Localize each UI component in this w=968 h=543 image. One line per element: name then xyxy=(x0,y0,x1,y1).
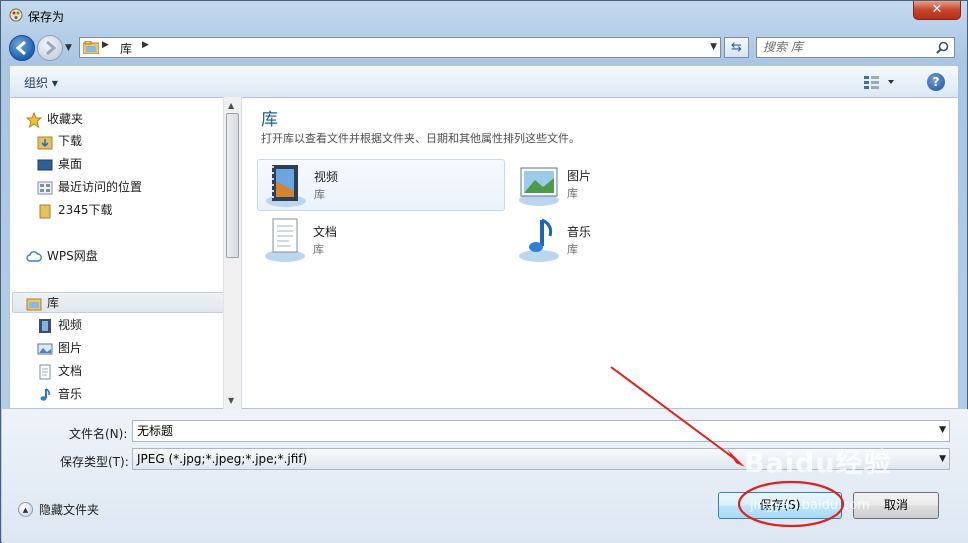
library-tile-pictures[interactable]: 图片 库 xyxy=(511,159,759,211)
nav-item-desktop[interactable]: 桌面 xyxy=(37,154,217,175)
change-view-button[interactable] xyxy=(862,73,898,91)
tile-name: 视频 xyxy=(314,170,339,184)
filetype-label: 保存类型(T): xyxy=(60,455,129,469)
filetype-value: JPEG (*.jpg;*.jpeg;*.jpe;*.jfif) xyxy=(137,452,308,466)
recent-pages-dropdown[interactable]: ▼ xyxy=(65,43,75,53)
documents-library-icon xyxy=(39,364,51,380)
refresh-button[interactable]: ⇆ xyxy=(724,37,749,58)
tile-type: 库 xyxy=(314,188,325,201)
tile-name: 音乐 xyxy=(567,225,592,239)
window-title: 保存为 xyxy=(28,10,65,24)
refresh-icon: ⇆ xyxy=(731,40,742,55)
organize-button[interactable]: 组织 ▾ xyxy=(24,74,58,91)
nav-item-recent-places[interactable]: 最近访问的位置 xyxy=(37,177,227,198)
address-bar[interactable]: ▶ 库 ▶ ▼ xyxy=(79,37,721,58)
nav-item-music[interactable]: 音乐 xyxy=(37,384,217,405)
watermark-url: jingyan.baidu.com xyxy=(750,498,870,513)
close-button[interactable]: ✕ xyxy=(913,1,961,20)
nav-label: 最近访问的位置 xyxy=(58,180,143,194)
filename-combobox[interactable]: ▼ xyxy=(132,420,950,442)
tile-type: 库 xyxy=(567,187,578,200)
tile-type: 库 xyxy=(313,243,324,256)
nav-label: 音乐 xyxy=(58,387,83,401)
library-folder-icon xyxy=(83,41,99,54)
chevron-down-icon[interactable]: ▼ xyxy=(939,454,946,464)
nav-favorites[interactable]: 收藏夹 xyxy=(26,109,206,130)
nav-libraries[interactable]: 库 xyxy=(12,292,224,313)
nav-scrollbar[interactable]: ▲ ▼ xyxy=(223,97,241,409)
folder-icon xyxy=(39,204,51,219)
collapse-icon: ▲ xyxy=(18,502,33,517)
library-content-pane: 库 打开库以查看文件并根据文件夹、日期和其他属性排列这些文件。 视频 库 图片 … xyxy=(241,97,959,409)
chevron-right-icon[interactable]: ▶ xyxy=(102,40,109,50)
filename-input[interactable] xyxy=(137,423,927,437)
title-bar[interactable]: 保存为 ✕ xyxy=(1,1,967,31)
navigation-pane: 收藏夹 下载 桌面 最近访问的位置 2345下载 WPS网盘 库 视频 图片 文… xyxy=(9,97,241,409)
video-library-icon xyxy=(266,165,306,207)
command-bar: 组织 ▾ ? xyxy=(9,65,959,97)
forward-arrow-icon xyxy=(46,40,57,56)
library-tile-videos[interactable]: 视频 库 xyxy=(257,159,505,211)
address-dropdown-icon[interactable]: ▼ xyxy=(710,42,717,52)
video-library-icon xyxy=(39,319,51,333)
filename-label: 文件名(N): xyxy=(69,427,128,441)
documents-library-icon xyxy=(265,218,305,262)
star-icon xyxy=(26,112,42,128)
back-button[interactable] xyxy=(9,35,35,61)
chevron-right-icon[interactable]: ▶ xyxy=(142,40,149,50)
pictures-library-icon xyxy=(37,343,53,355)
hide-folders-label: 隐藏文件夹 xyxy=(39,503,100,517)
library-description: 打开库以查看文件并根据文件夹、日期和其他属性排列这些文件。 xyxy=(261,132,580,145)
save-options-panel: 文件名(N): ▼ 保存类型(T): JPEG (*.jpg;*.jpeg;*.… xyxy=(2,409,968,543)
tile-type: 库 xyxy=(567,243,578,256)
library-heading: 库 xyxy=(261,110,278,130)
scroll-up-arrow[interactable]: ▲ xyxy=(228,101,234,110)
chevron-down-icon[interactable]: ▼ xyxy=(939,425,946,435)
nav-item-2345-downloads[interactable]: 2345下载 xyxy=(37,200,217,221)
nav-item-videos[interactable]: 视频 xyxy=(37,315,217,336)
forward-button[interactable] xyxy=(37,35,63,61)
music-library-icon xyxy=(40,388,50,401)
nav-label: 2345下载 xyxy=(58,203,113,217)
recent-places-icon xyxy=(37,181,53,195)
nav-label: 库 xyxy=(47,296,60,310)
nav-label: 视频 xyxy=(58,318,83,332)
nav-wps-cloud[interactable]: WPS网盘 xyxy=(26,246,206,267)
baidu-watermark: Baidu经验 xyxy=(744,448,892,479)
paint-app-icon xyxy=(9,8,23,22)
back-arrow-icon xyxy=(15,40,26,56)
nav-label: 图片 xyxy=(58,341,83,355)
nav-label: 下载 xyxy=(58,134,83,148)
view-options-icon xyxy=(864,76,894,89)
nav-label: 收藏夹 xyxy=(47,112,84,126)
search-icon[interactable] xyxy=(936,41,949,54)
nav-item-documents[interactable]: 文档 xyxy=(37,361,217,382)
search-box[interactable] xyxy=(756,37,955,58)
library-folder-icon xyxy=(26,298,42,311)
help-button[interactable]: ? xyxy=(927,73,945,91)
save-as-dialog: 保存为 ✕ ▼ ▶ 库 ▶ ▼ ⇆ 组织 ▾ ? xyxy=(0,0,968,543)
music-library-icon xyxy=(519,218,559,262)
pictures-library-icon xyxy=(519,167,559,206)
tile-name: 图片 xyxy=(567,169,592,183)
scroll-down-arrow[interactable]: ▼ xyxy=(228,396,234,405)
desktop-icon xyxy=(37,159,53,171)
nav-label: WPS网盘 xyxy=(47,249,98,263)
downloads-folder-icon xyxy=(37,136,53,150)
library-tile-music[interactable]: 音乐 库 xyxy=(511,215,759,267)
nav-item-downloads[interactable]: 下载 xyxy=(37,131,217,152)
cloud-icon xyxy=(26,251,42,262)
search-input[interactable] xyxy=(763,40,933,54)
library-tile-documents[interactable]: 文档 库 xyxy=(257,215,505,267)
tile-name: 文档 xyxy=(313,225,338,239)
scroll-thumb[interactable] xyxy=(226,113,239,258)
nav-item-pictures[interactable]: 图片 xyxy=(37,338,217,359)
nav-label: 文档 xyxy=(58,364,83,378)
breadcrumb-library[interactable]: 库 xyxy=(120,40,132,57)
nav-label: 桌面 xyxy=(58,157,83,171)
